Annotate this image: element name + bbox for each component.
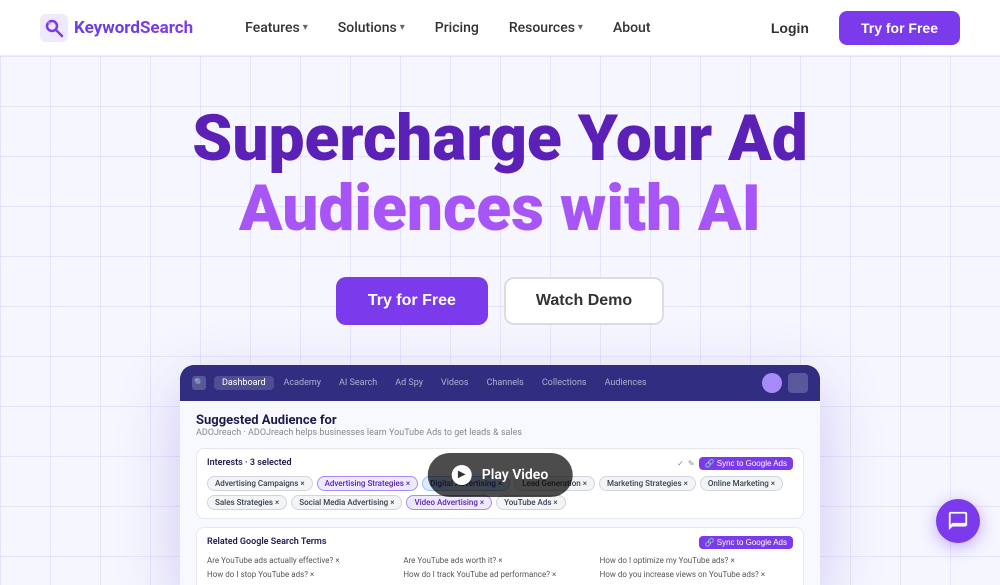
nav-resources[interactable]: Resources ▾ [497, 14, 595, 42]
tag-social-media-advertising[interactable]: Social Media Advertising × [291, 495, 402, 510]
tab-ad-spy[interactable]: Ad Spy [387, 376, 431, 390]
interests-label: Interests · 3 selected [207, 458, 292, 468]
chevron-down-icon: ▾ [303, 22, 308, 33]
tag-youtube-ads[interactable]: YouTube Ads × [496, 495, 566, 510]
play-icon: ▶ [452, 465, 472, 485]
app-window: 🔍 Dashboard Academy AI Search Ad Spy Vid… [180, 365, 820, 585]
chat-icon [947, 510, 969, 532]
nav-about[interactable]: About [601, 14, 663, 42]
search-icon: 🔍 [192, 376, 206, 390]
logo-icon [40, 14, 68, 42]
app-preview: 🔍 Dashboard Academy AI Search Ad Spy Vid… [180, 365, 820, 585]
play-overlay[interactable]: ▶ Play Video [428, 453, 573, 497]
navbar: KeywordSearch Features ▾ Solutions ▾ Pri… [0, 0, 1000, 56]
tab-ai-search[interactable]: AI Search [331, 376, 385, 390]
app-tabs: Dashboard Academy AI Search Ad Spy Video… [214, 376, 754, 390]
search-term: How much does a 30 second YouTube ad cos… [600, 583, 793, 585]
tag-advertising-campaigns[interactable]: Advertising Campaigns × [207, 476, 313, 491]
search-term: How do I track YouTube ad performance? × [403, 569, 596, 580]
app-topbar-right [762, 373, 808, 393]
tab-channels[interactable]: Channels [479, 376, 532, 390]
app-topbar: 🔍 Dashboard Academy AI Search Ad Spy Vid… [180, 365, 820, 401]
tag-video-advertising[interactable]: Video Advertising × [406, 495, 492, 510]
nav-features[interactable]: Features ▾ [233, 14, 320, 42]
chevron-down-icon: ▾ [578, 22, 583, 33]
tab-dashboard[interactable]: Dashboard [214, 376, 274, 390]
edit-icon: ✎ [688, 459, 695, 468]
interests-actions: ✓ ✎ 🔗 Sync to Google Ads [677, 457, 793, 470]
try-for-free-nav-button[interactable]: Try for Free [839, 11, 960, 45]
suggested-subtitle: ADOJreach · ADOJreach helps businesses l… [196, 428, 804, 438]
search-terms-actions: 🔗 Sync to Google Ads [699, 536, 793, 549]
search-term: How do I optimize my YouTube ads? × [600, 555, 793, 566]
search-term: Are YouTube ads worth it? × [403, 555, 596, 566]
chat-bubble-button[interactable] [936, 499, 980, 543]
chevron-down-icon: ▾ [400, 22, 405, 33]
search-terms-grid: Are YouTube ads actually effective? × Ar… [207, 555, 793, 585]
logo[interactable]: KeywordSearch [40, 14, 193, 42]
try-for-free-hero-button[interactable]: Try for Free [336, 277, 488, 325]
nav-right: Login Try for Free [753, 11, 960, 45]
tag-sales-strategies[interactable]: Sales Strategies × [207, 495, 287, 510]
tab-audiences[interactable]: Audiences [597, 376, 655, 390]
tag-marketing-strategies[interactable]: Marketing Strategies × [599, 476, 696, 491]
suggested-title: Suggested Audience for [196, 413, 804, 428]
logo-text: KeywordSearch [74, 18, 193, 38]
hero-title: Supercharge Your Ad Audiences with AI [192, 104, 808, 245]
tab-academy[interactable]: Academy [276, 376, 329, 390]
search-terms-label: Related Google Search Terms [207, 537, 326, 547]
nav-pricing[interactable]: Pricing [423, 14, 491, 42]
nav-solutions[interactable]: Solutions ▾ [326, 14, 417, 42]
tab-collections[interactable]: Collections [534, 376, 595, 390]
nav-links: Features ▾ Solutions ▾ Pricing Resources… [233, 14, 753, 42]
search-term: How do I stop YouTube ads? × [207, 569, 400, 580]
sync-search-terms-button[interactable]: 🔗 Sync to Google Ads [699, 536, 793, 549]
search-terms-section: Related Google Search Terms 🔗 Sync to Go… [196, 527, 804, 585]
tag-advertising-strategies[interactable]: Advertising Strategies × [317, 476, 419, 491]
tab-videos[interactable]: Videos [433, 376, 477, 390]
hero-section: Supercharge Your Ad Audiences with AI Tr… [0, 56, 1000, 585]
watch-demo-button[interactable]: Watch Demo [504, 277, 664, 325]
play-label: Play Video [482, 467, 549, 483]
sync-google-ads-button[interactable]: 🔗 Sync to Google Ads [699, 457, 793, 470]
search-term: How do you increase views on YouTube ads… [600, 569, 793, 580]
check-icon: ✓ [677, 459, 684, 468]
settings-icon [788, 373, 808, 393]
search-terms-header: Related Google Search Terms 🔗 Sync to Go… [207, 536, 793, 549]
hero-buttons: Try for Free Watch Demo [336, 277, 664, 325]
search-term: How much does 1000 views cost YouTube ad… [403, 583, 596, 585]
avatar [762, 373, 782, 393]
search-term: How much does 1,000 views cost YouTube a… [207, 583, 400, 585]
search-term: Are YouTube ads actually effective? × [207, 555, 400, 566]
tag-online-marketing[interactable]: Online Marketing × [700, 476, 783, 491]
login-button[interactable]: Login [753, 12, 827, 44]
